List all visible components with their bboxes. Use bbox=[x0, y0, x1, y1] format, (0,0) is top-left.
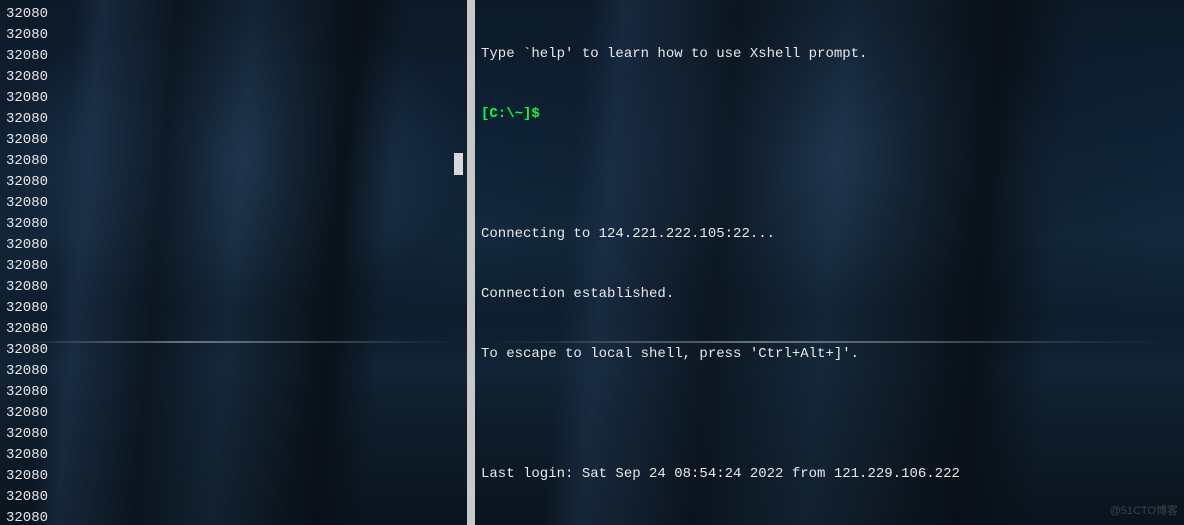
left-number: 32080 bbox=[6, 4, 461, 25]
left-number: 32080 bbox=[6, 508, 461, 525]
left-number: 32080 bbox=[6, 151, 461, 172]
watermark: @51CTO博客 bbox=[1110, 501, 1178, 521]
intro-line: Type `help' to learn how to use Xshell p… bbox=[481, 44, 1178, 64]
left-pane[interactable]: 3208032080320803208032080320803208032080… bbox=[0, 0, 475, 525]
local-path: C:\~ bbox=[489, 106, 523, 122]
left-number: 32080 bbox=[6, 340, 461, 361]
left-number: 32080 bbox=[6, 130, 461, 151]
left-number: 32080 bbox=[6, 445, 461, 466]
left-number: 32080 bbox=[6, 172, 461, 193]
left-number: 32080 bbox=[6, 109, 461, 130]
connect-line: To escape to local shell, press 'Ctrl+Al… bbox=[481, 344, 1178, 364]
blank-line bbox=[481, 164, 1178, 184]
bracket-close: ]$ bbox=[523, 106, 540, 122]
left-number: 32080 bbox=[6, 193, 461, 214]
lastlogin-line: Last login: Sat Sep 24 08:54:24 2022 fro… bbox=[481, 464, 1178, 484]
left-number-list: 3208032080320803208032080320803208032080… bbox=[0, 0, 467, 525]
left-number: 32080 bbox=[6, 88, 461, 109]
right-pane[interactable]: Type `help' to learn how to use Xshell p… bbox=[475, 0, 1184, 525]
left-number: 32080 bbox=[6, 424, 461, 445]
left-number: 32080 bbox=[6, 298, 461, 319]
terminal-output[interactable]: Type `help' to learn how to use Xshell p… bbox=[475, 0, 1184, 525]
left-number: 32080 bbox=[6, 46, 461, 67]
left-number: 32080 bbox=[6, 67, 461, 88]
connect-line: Connection established. bbox=[481, 284, 1178, 304]
left-number: 32080 bbox=[6, 403, 461, 424]
blank-line bbox=[481, 404, 1178, 424]
left-number: 32080 bbox=[6, 277, 461, 298]
left-number: 32080 bbox=[6, 361, 461, 382]
left-number: 32080 bbox=[6, 25, 461, 46]
connect-line: Connecting to 124.221.222.105:22... bbox=[481, 224, 1178, 244]
scrollbar-thumb-icon[interactable] bbox=[454, 153, 463, 175]
left-number: 32080 bbox=[6, 319, 461, 340]
local-prompt: [C:\~]$ bbox=[481, 104, 1178, 124]
left-number: 32080 bbox=[6, 382, 461, 403]
left-number: 32080 bbox=[6, 256, 461, 277]
left-number: 32080 bbox=[6, 214, 461, 235]
left-number: 32080 bbox=[6, 235, 461, 256]
left-number: 32080 bbox=[6, 487, 461, 508]
left-number: 32080 bbox=[6, 466, 461, 487]
